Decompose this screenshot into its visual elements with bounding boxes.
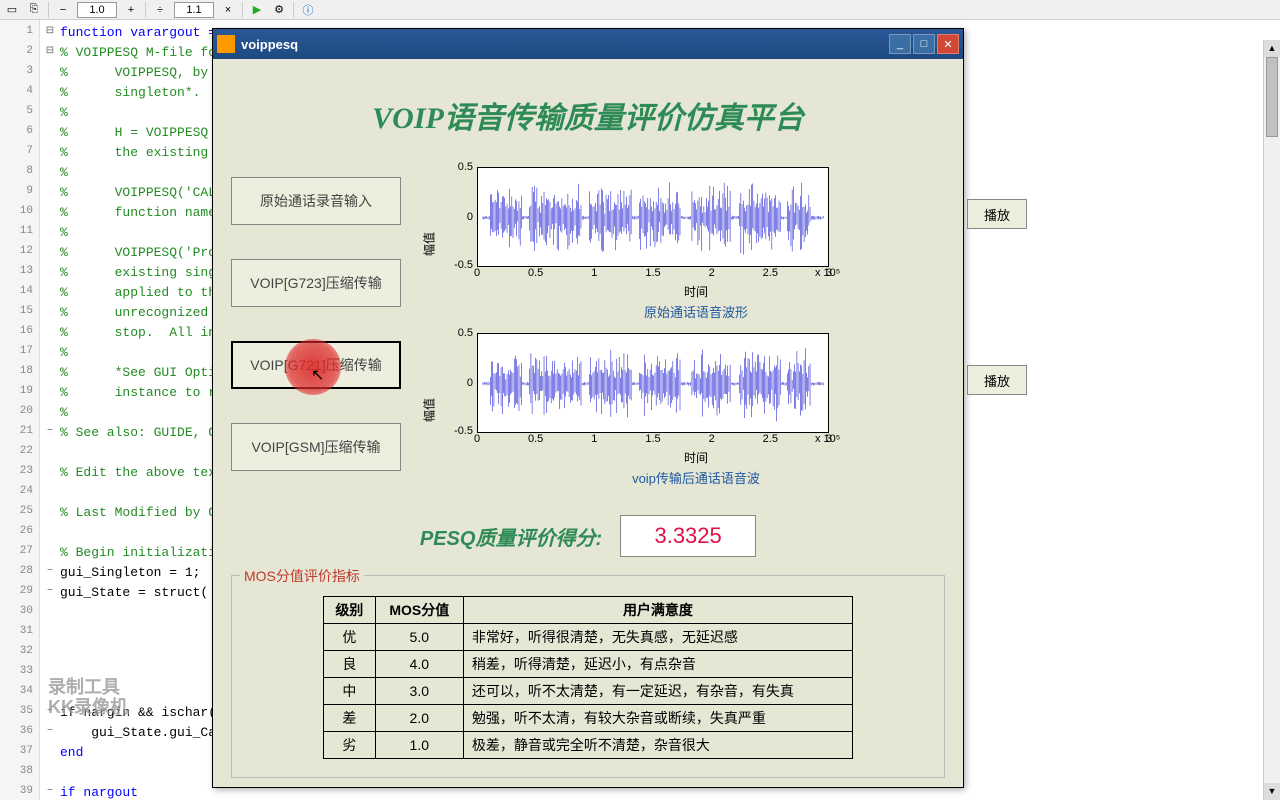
chart2-xlabel: 时间: [447, 449, 945, 466]
pesq-label: PESQ质量评价得分:: [420, 522, 602, 551]
chart1-axes: [477, 167, 829, 267]
chart2-axes: [477, 333, 829, 433]
voip-g723-button[interactable]: VOIP[G723]压缩传输: [231, 259, 401, 307]
plus-icon[interactable]: +: [123, 2, 139, 18]
voippesq-dialog: voippesq _ □ ✕ VOIP语音传输质量评价仿真平台 原始通话录音输入…: [212, 28, 964, 788]
divide-icon[interactable]: ÷: [152, 2, 168, 18]
mos-table: 级别MOS分值用户满意度 优5.0非常好，听得很清楚，无失真感，无延迟感良4.0…: [323, 596, 853, 759]
waveform-2: [482, 338, 824, 429]
zoom-input-2[interactable]: [174, 2, 214, 18]
chart2-ylabel: 幅值: [421, 398, 438, 422]
play-button-2[interactable]: 播放: [967, 365, 1027, 395]
chart1-xticks: x 10⁵ 00.511.522.53: [477, 267, 829, 283]
chart-voip: 幅值 0.5 0 -0.5 x 10⁵ 00.511.522.53: [421, 333, 945, 487]
voip-gsm-button[interactable]: VOIP[GSM]压缩传输: [231, 423, 401, 471]
fold-column: ⊟⊟−−−−−−: [40, 20, 60, 800]
scroll-thumb[interactable]: [1266, 57, 1278, 137]
chart1-title: 原始通话语音波形: [447, 302, 945, 321]
close-icon[interactable]: ×: [220, 2, 236, 18]
minus-icon[interactable]: −: [55, 2, 71, 18]
voip-g721-button[interactable]: VOIP[G721]压缩传输 ↖: [231, 341, 401, 389]
zoom-input-1[interactable]: [77, 2, 117, 18]
vertical-scrollbar[interactable]: ▲ ▼: [1263, 40, 1280, 800]
voip-g721-label: VOIP[G721]压缩传输: [250, 355, 381, 375]
info-icon[interactable]: ⓘ: [300, 2, 316, 18]
minimize-button[interactable]: _: [889, 34, 911, 54]
play-button-1[interactable]: 播放: [967, 199, 1027, 229]
mos-legend: MOS分值评价指标: [240, 566, 364, 586]
chart2-yticks: 0.5 0 -0.5: [447, 333, 477, 433]
copy-icon[interactable]: ⎘: [26, 2, 42, 18]
config-icon[interactable]: ⚙: [271, 2, 287, 18]
window-title: voippesq: [241, 37, 887, 52]
waveform-1: [482, 172, 824, 263]
main-title: VOIP语音传输质量评价仿真平台: [231, 93, 945, 137]
input-audio-button[interactable]: 原始通话录音输入: [231, 177, 401, 225]
maximize-button[interactable]: □: [913, 34, 935, 54]
chart1-yticks: 0.5 0 -0.5: [447, 167, 477, 267]
run-icon[interactable]: ▶: [249, 2, 265, 18]
scroll-up-arrow[interactable]: ▲: [1264, 40, 1280, 57]
scroll-down-arrow[interactable]: ▼: [1264, 783, 1280, 800]
chart2-xticks: x 10⁵ 00.511.522.53: [477, 433, 829, 449]
chart1-xlabel: 时间: [447, 283, 945, 300]
pesq-value: 3.3325: [620, 515, 756, 557]
chart1-ylabel: 幅值: [421, 232, 438, 256]
line-gutter: 1234567891011121314151617181920212223242…: [0, 20, 40, 800]
chart-original: 幅值 0.5 0 -0.5 x 10⁵ 00.511.522.53: [421, 167, 945, 321]
close-button[interactable]: ✕: [937, 34, 959, 54]
new-icon[interactable]: ▭: [4, 2, 20, 18]
chart2-title: voip传输后通话语音波: [447, 468, 945, 487]
toolbar: ▭ ⎘ − + ÷ × ▶ ⚙ ⓘ: [0, 0, 1280, 20]
mos-fieldset: MOS分值评价指标 级别MOS分值用户满意度 优5.0非常好，听得很清楚，无失真…: [231, 575, 945, 778]
titlebar[interactable]: voippesq _ □ ✕: [213, 29, 963, 59]
app-icon: [217, 35, 235, 53]
